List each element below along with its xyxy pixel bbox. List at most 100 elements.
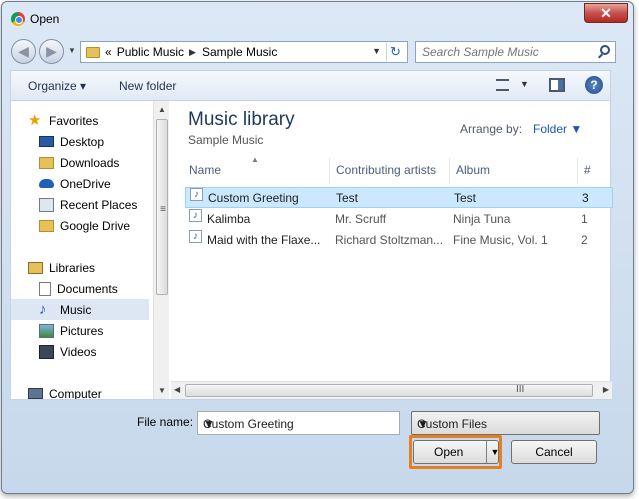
breadcrumb-separator-icon[interactable]: ▶ xyxy=(189,47,196,58)
help-icon[interactable]: ? xyxy=(585,76,603,94)
file-name-dropdown-icon[interactable]: ▼ xyxy=(203,417,394,431)
sidebar-item-music[interactable]: ♪ Music xyxy=(11,299,149,320)
file-row[interactable]: ♪ Kalimba Mr. Scruff Ninja Tuna 1 xyxy=(185,209,613,230)
sidebar-item-label: Downloads xyxy=(60,155,120,170)
search-icon[interactable] xyxy=(600,45,610,55)
sidebar-item-videos[interactable]: Videos xyxy=(39,341,153,362)
address-dropdown-icon[interactable]: ▼ xyxy=(372,46,381,56)
grip-icon: ≡ xyxy=(160,204,166,215)
chrome-logo-icon xyxy=(11,12,25,26)
open-split-dropdown-icon[interactable]: ▼ xyxy=(486,441,503,463)
sidebar-item-label: OneDrive xyxy=(60,176,111,191)
sidebar-item-label: Pictures xyxy=(60,323,104,338)
recent-places-icon xyxy=(39,197,54,212)
cancel-button[interactable]: Cancel xyxy=(511,440,597,464)
audio-file-icon: ♪ xyxy=(189,230,202,243)
sidebar-item-label: Favorites xyxy=(49,113,99,128)
sidebar-item-label: Videos xyxy=(60,344,97,359)
file-album: Fine Music, Vol. 1 xyxy=(453,233,548,247)
sidebar-item-favorites[interactable]: ★ Favorites xyxy=(28,110,153,131)
preview-pane-icon[interactable] xyxy=(549,78,565,92)
file-name: Kalimba xyxy=(207,212,251,226)
breadcrumb-overflow[interactable]: « xyxy=(105,45,112,59)
address-bar[interactable]: « Public Music ▶ Sample Music ▼ ↻ xyxy=(80,41,408,63)
google-drive-folder-icon xyxy=(39,219,54,232)
downloads-folder-icon xyxy=(39,156,54,169)
window-title: Open xyxy=(30,12,60,26)
back-button[interactable]: ◀ xyxy=(11,39,36,64)
recent-locations-dropdown[interactable]: ▼ xyxy=(68,46,76,55)
sidebar-item-pictures[interactable]: Pictures xyxy=(39,320,153,341)
column-header-track[interactable]: # xyxy=(580,158,612,183)
folder-icon xyxy=(86,46,100,58)
file-track: 1 xyxy=(581,212,588,226)
breadcrumb-public-music[interactable]: Public Music xyxy=(117,45,184,59)
music-note-icon: ♪ xyxy=(39,300,47,318)
grip-icon: III xyxy=(516,384,525,395)
sidebar-item-recent-places[interactable]: Recent Places xyxy=(39,194,153,215)
forward-button[interactable]: ▶ xyxy=(39,39,64,64)
audio-file-icon: ♪ xyxy=(190,188,203,201)
search-box[interactable] xyxy=(415,41,616,63)
column-header-name[interactable]: Name xyxy=(185,158,330,183)
file-artist: Richard Stoltzman... xyxy=(335,233,444,247)
file-album: Ninja Tuna xyxy=(453,212,511,226)
view-options-icon[interactable] xyxy=(496,79,509,91)
file-list-pane: Music library Sample Music Arrange by: F… xyxy=(171,101,613,399)
file-type-dropdown-icon[interactable]: ▼ xyxy=(417,417,594,431)
file-row[interactable]: ♪ Custom Greeting Test Test 3 xyxy=(185,187,613,208)
scroll-right-icon[interactable]: ▶ xyxy=(603,385,609,394)
sidebar-item-onedrive[interactable]: OneDrive xyxy=(39,173,153,194)
sidebar-item-label: Computer xyxy=(49,386,102,400)
view-dropdown-icon[interactable]: ▼ xyxy=(520,79,529,89)
arrange-by-dropdown[interactable]: Folder ▼ xyxy=(533,122,582,136)
file-type-select[interactable]: Custom Files ▼ xyxy=(411,411,600,435)
documents-icon xyxy=(39,281,51,296)
sidebar-item-desktop[interactable]: Desktop xyxy=(39,131,153,152)
scrollbar-thumb[interactable]: ≡ xyxy=(156,119,168,295)
title-bar: Open ✕ xyxy=(2,2,633,34)
file-list-scrollbar[interactable]: ◀ III ▶ xyxy=(171,381,612,399)
column-header-artists[interactable]: Contributing artists xyxy=(332,158,450,183)
search-input[interactable] xyxy=(422,42,592,62)
scroll-up-icon[interactable]: ▲ xyxy=(158,105,166,114)
library-subtitle: Sample Music xyxy=(188,133,264,147)
library-title: Music library xyxy=(188,109,295,130)
sidebar-item-label: Google Drive xyxy=(60,218,131,233)
onedrive-cloud-icon xyxy=(39,179,54,188)
breadcrumb-sample-music[interactable]: Sample Music xyxy=(202,45,277,59)
navigation-scrollbar[interactable]: ▲ ≡ ▼ xyxy=(153,101,169,399)
organize-menu[interactable]: Organize ▾ xyxy=(28,79,86,93)
sidebar-item-downloads[interactable]: Downloads xyxy=(39,152,153,173)
address-row: ◀ ▶ ▼ « Public Music ▶ Sample Music ▼ ↻ xyxy=(2,36,633,66)
file-name: Maid with the Flaxe... xyxy=(207,233,321,247)
sidebar-item-label: Libraries xyxy=(49,260,96,275)
refresh-icon[interactable]: ↻ xyxy=(386,43,404,61)
file-row[interactable]: ♪ Maid with the Flaxe... Richard Stoltzm… xyxy=(185,230,613,251)
file-track: 3 xyxy=(582,191,589,205)
sidebar-item-google-drive[interactable]: Google Drive xyxy=(39,215,153,236)
file-name-field[interactable]: Custom Greeting ▼ xyxy=(197,411,400,435)
command-bar: Organize ▾ New folder ▼ ? xyxy=(10,70,611,100)
sidebar-item-libraries[interactable]: Libraries xyxy=(28,257,153,278)
sidebar-item-computer[interactable]: Computer xyxy=(28,383,153,399)
file-name-label: File name: xyxy=(137,415,194,429)
column-header-album[interactable]: Album xyxy=(452,158,578,183)
sidebar-item-label: Recent Places xyxy=(60,197,138,212)
open-button[interactable]: Open ▼ xyxy=(413,440,499,464)
close-button[interactable]: ✕ xyxy=(584,3,628,23)
scroll-down-icon[interactable]: ▼ xyxy=(158,386,166,395)
scrollbar-thumb[interactable]: III xyxy=(185,384,593,397)
sidebar-item-label: Music xyxy=(60,302,92,317)
file-track: 2 xyxy=(581,233,588,247)
audio-file-icon: ♪ xyxy=(189,209,202,222)
file-artist: Mr. Scruff xyxy=(335,212,387,226)
sidebar-item-documents[interactable]: Documents xyxy=(39,278,153,299)
scroll-left-icon[interactable]: ◀ xyxy=(174,385,180,394)
navigation-pane: ★ Favorites Desktop Downloads OneDrive R… xyxy=(11,101,153,399)
new-folder-button[interactable]: New folder xyxy=(119,79,176,93)
videos-icon xyxy=(39,344,54,359)
libraries-icon xyxy=(28,261,43,274)
file-album: Test xyxy=(454,191,477,205)
browser-body: ★ Favorites Desktop Downloads OneDrive R… xyxy=(10,100,613,400)
